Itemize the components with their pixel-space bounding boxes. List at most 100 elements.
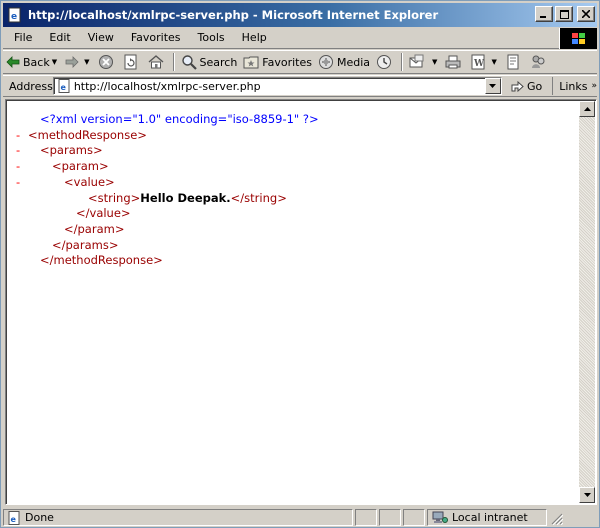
security-zone-pane[interactable]: Local intranet [427, 509, 547, 526]
xml-document: <?xml version="1.0" encoding="iso-8859-1… [16, 112, 319, 269]
refresh-icon [124, 54, 136, 70]
collapse-toggle[interactable]: - [16, 128, 28, 144]
chevron-right-icon[interactable]: » [591, 81, 597, 91]
go-label: Go [526, 79, 543, 93]
go-arrow-icon [511, 80, 524, 93]
mail-dropdown-icon[interactable]: ▼ [432, 58, 437, 66]
svg-text:W: W [473, 59, 485, 69]
favorites-label: Favorites [262, 55, 312, 69]
xml-line: - <value> [16, 175, 319, 191]
favorites-button[interactable]: Favorites [240, 51, 315, 73]
xml-tag: </params> [52, 237, 119, 252]
xml-tag: <param> [52, 159, 109, 174]
home-icon [148, 55, 163, 69]
xml-tag: </param> [64, 221, 125, 236]
back-button[interactable]: Back ▼ [3, 51, 62, 73]
print-icon [445, 55, 461, 69]
minimize-button[interactable] [535, 6, 553, 22]
status-lock-pane [379, 509, 401, 526]
svg-text:e: e [60, 83, 66, 92]
messenger-icon [531, 55, 545, 68]
menu-edit[interactable]: Edit [42, 29, 77, 47]
line-gutter [16, 191, 28, 207]
xml-line: - <params> [16, 143, 319, 159]
messenger-button[interactable] [527, 51, 552, 73]
print-button[interactable] [442, 51, 467, 73]
standard-toolbar: Back ▼ ▼ Search Favorites Media ▼ W ▼ [3, 50, 597, 74]
maximize-icon [559, 9, 569, 19]
chevron-up-icon [583, 107, 591, 111]
back-arrow-icon [6, 56, 20, 68]
windows-logo-icon [571, 32, 585, 44]
window-title: http://localhost/xmlrpc-server.php - Mic… [28, 8, 439, 22]
back-dropdown-icon[interactable]: ▼ [52, 58, 57, 66]
ie-page-icon: e [7, 7, 23, 23]
xml-open-tag: <string> [88, 190, 141, 205]
media-button[interactable]: Media [315, 51, 373, 73]
xml-line: - <param> [16, 159, 319, 175]
window-controls [535, 6, 595, 22]
security-zone-label: Local intranet [452, 511, 528, 524]
menu-help[interactable]: Help [235, 29, 274, 47]
media-icon [319, 55, 333, 69]
forward-dropdown-icon[interactable]: ▼ [84, 58, 89, 66]
media-label: Media [337, 55, 371, 69]
go-button[interactable]: Go [510, 79, 542, 93]
svg-text:e: e [11, 515, 17, 524]
history-button[interactable] [373, 51, 398, 73]
collapse-toggle[interactable]: - [16, 175, 28, 191]
svg-text:e: e [11, 12, 17, 22]
mail-button[interactable]: ▼ [406, 51, 442, 73]
refresh-button[interactable] [120, 51, 145, 73]
back-label: Back [23, 55, 50, 69]
search-button[interactable]: Search [178, 51, 241, 73]
status-main-pane: e Done [3, 509, 353, 526]
home-button[interactable] [145, 51, 170, 73]
xml-close-tag: </string> [230, 190, 287, 205]
collapse-toggle[interactable]: - [16, 143, 28, 159]
stop-button[interactable] [95, 51, 120, 73]
maximize-button[interactable] [555, 6, 573, 22]
xml-tag: </methodResponse> [40, 253, 163, 268]
mail-icon [409, 54, 424, 68]
links-label: Links [559, 79, 588, 93]
title-bar[interactable]: e http://localhost/xmlrpc-server.php - M… [3, 3, 597, 27]
xml-line: <?xml version="1.0" encoding="iso-8859-1… [16, 112, 319, 128]
chevron-down-icon [489, 84, 497, 88]
vertical-scrollbar[interactable] [579, 101, 595, 503]
discuss-button[interactable] [502, 51, 527, 73]
edit-button[interactable]: W ▼ [467, 51, 501, 73]
search-label: Search [199, 55, 238, 69]
scroll-down-button[interactable] [579, 487, 595, 503]
edit-dropdown-icon[interactable]: ▼ [491, 58, 496, 66]
page-icon: e [57, 79, 71, 93]
status-text: Done [25, 511, 54, 524]
page-content: <?xml version="1.0" encoding="iso-8859-1… [5, 99, 597, 505]
scroll-up-button[interactable] [579, 101, 595, 117]
stop-icon [98, 55, 113, 69]
address-dropdown-button[interactable] [484, 78, 501, 94]
close-button[interactable] [577, 6, 595, 22]
xml-tag: <value> [64, 174, 115, 189]
menu-file[interactable]: File [7, 29, 39, 47]
page-done-icon: e [8, 510, 20, 525]
search-icon [181, 55, 197, 70]
links-toolbar[interactable]: Links » [552, 77, 597, 95]
menu-view[interactable]: View [81, 29, 121, 47]
toolbar-separator [401, 53, 404, 71]
menu-tools[interactable]: Tools [191, 29, 232, 47]
discuss-icon [507, 54, 519, 70]
chevron-down-icon [583, 493, 591, 497]
line-gutter [16, 253, 28, 269]
collapse-toggle[interactable]: - [16, 159, 28, 175]
forward-button[interactable]: ▼ [62, 51, 94, 73]
menu-favorites[interactable]: Favorites [124, 29, 188, 47]
xml-declaration: <?xml version="1.0" encoding="iso-8859-1… [40, 112, 319, 126]
resize-grip-icon[interactable] [549, 511, 564, 525]
address-input[interactable]: e http://localhost/xmlrpc-server.php [52, 77, 502, 95]
